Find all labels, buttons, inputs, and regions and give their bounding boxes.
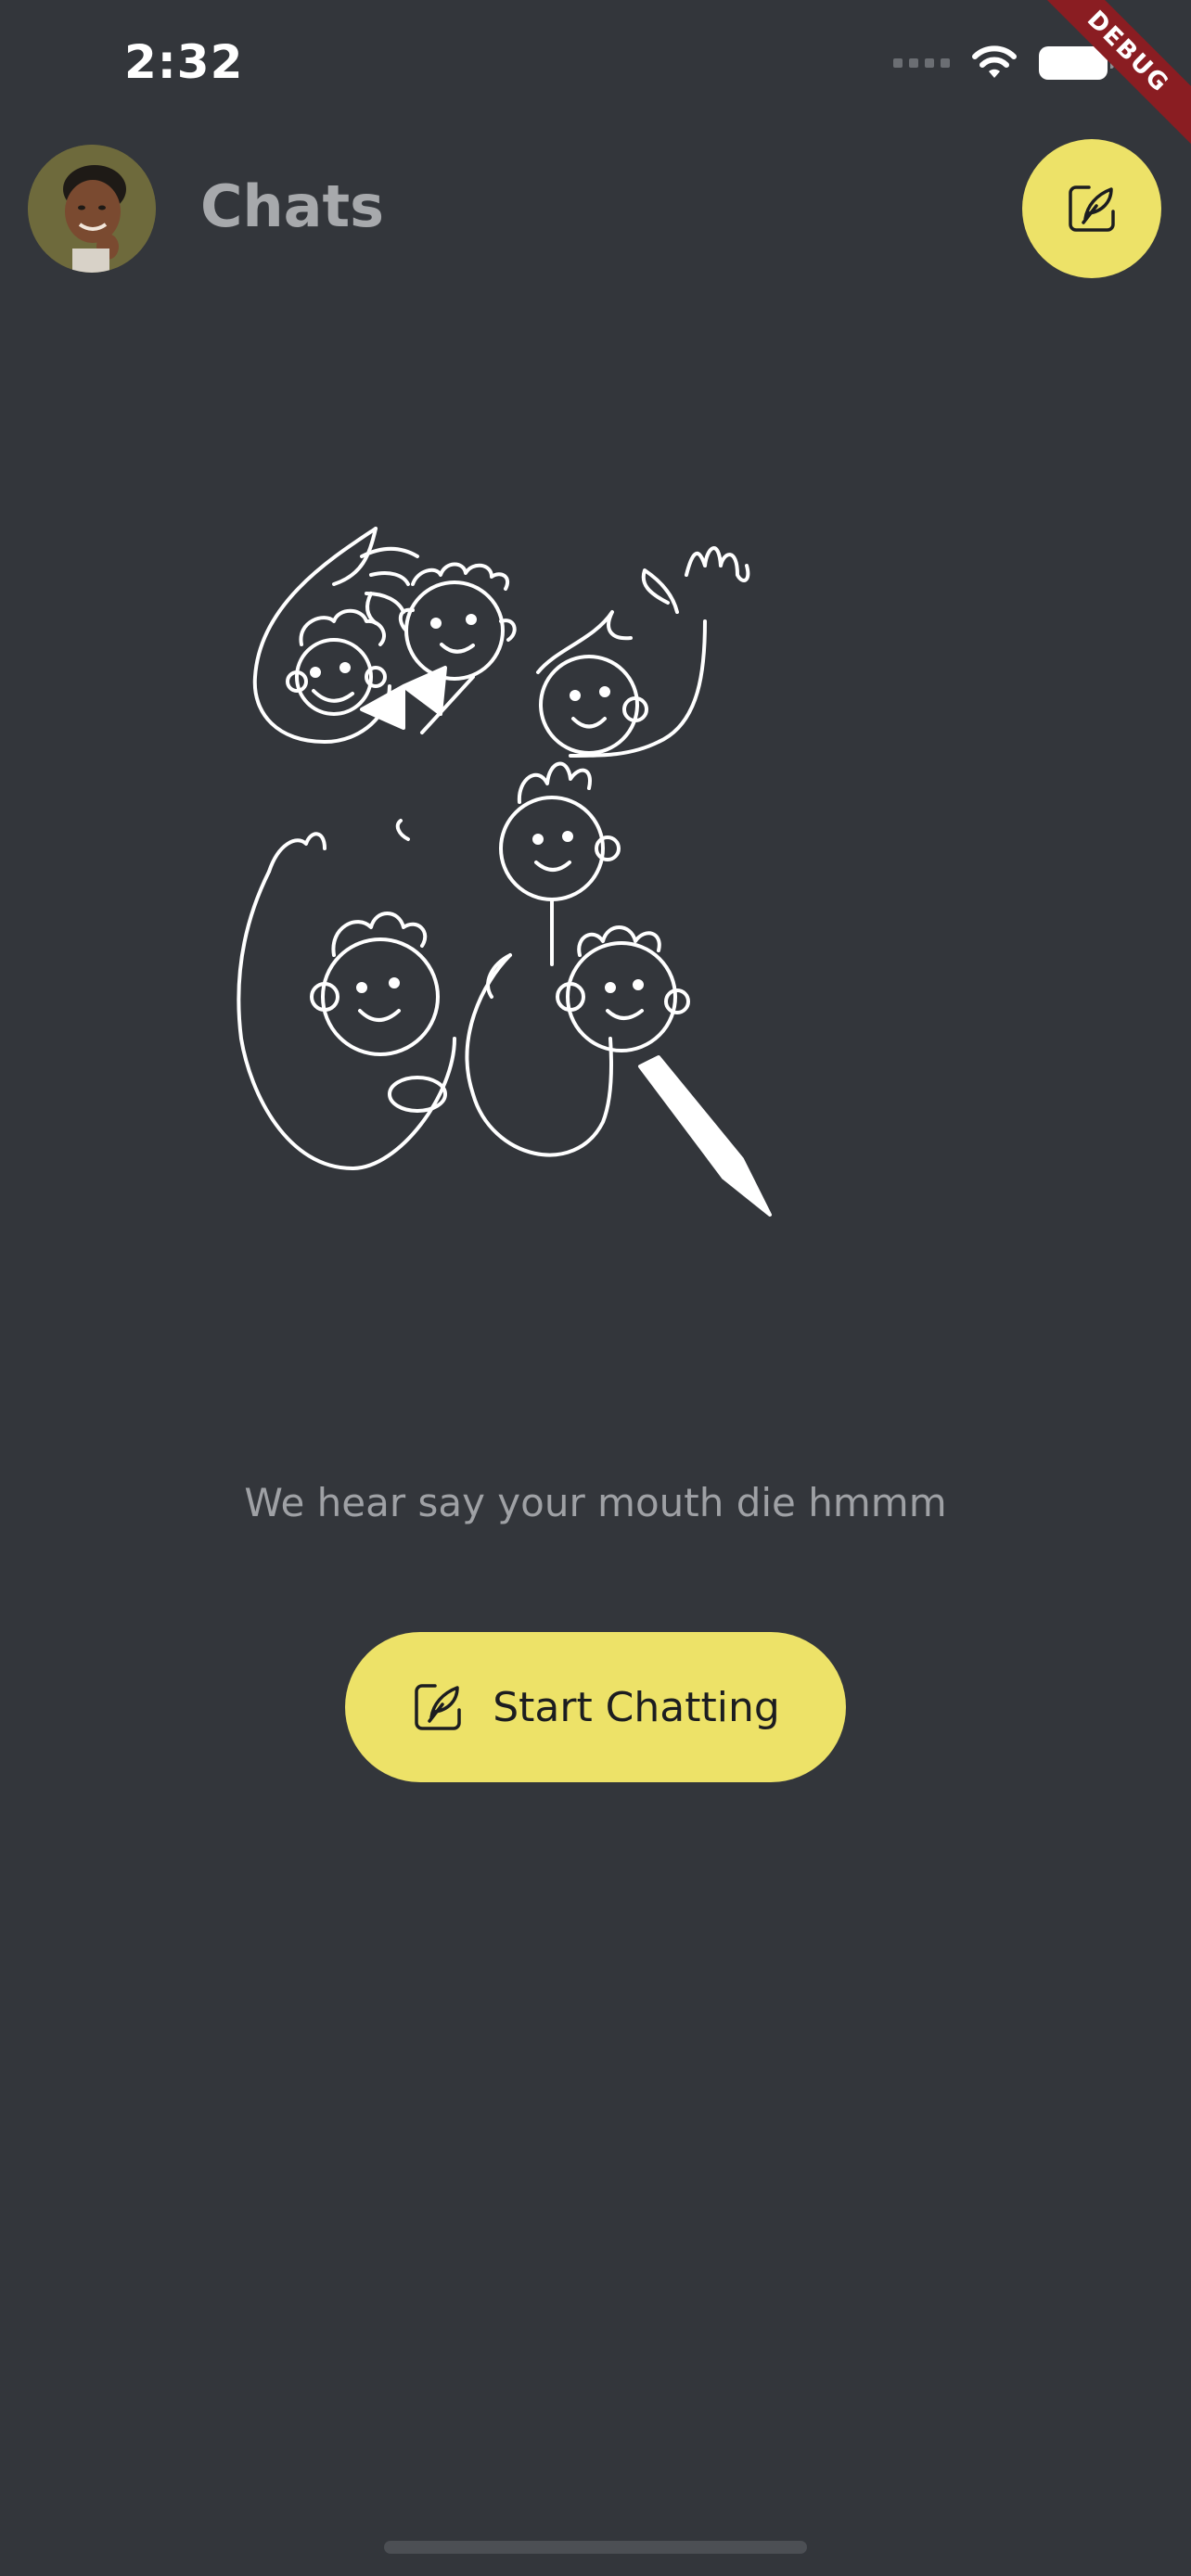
group-of-people-illustration — [237, 527, 772, 1217]
status-icons — [893, 45, 1114, 82]
compose-feather-icon — [1069, 185, 1115, 232]
avatar[interactable] — [28, 145, 156, 273]
start-chatting-label: Start Chatting — [493, 1683, 780, 1731]
page-title: Chats — [200, 172, 385, 240]
wifi-icon — [972, 45, 1017, 78]
status-time: 2:32 — [124, 35, 244, 89]
home-indicator[interactable] — [384, 2541, 807, 2554]
compose-feather-icon — [415, 1684, 461, 1730]
compose-button[interactable] — [1022, 139, 1161, 278]
start-chatting-button[interactable]: Start Chatting — [345, 1632, 846, 1782]
cellular-signal-icon — [893, 58, 950, 68]
battery-icon — [1039, 46, 1114, 80]
empty-state-message: We hear say your mouth die hmmm — [244, 1480, 947, 1525]
avatar-memoji-icon — [28, 145, 156, 273]
chats-screen: 2:32 DEBUG Chats We hear say your mouth … — [0, 0, 1191, 2576]
